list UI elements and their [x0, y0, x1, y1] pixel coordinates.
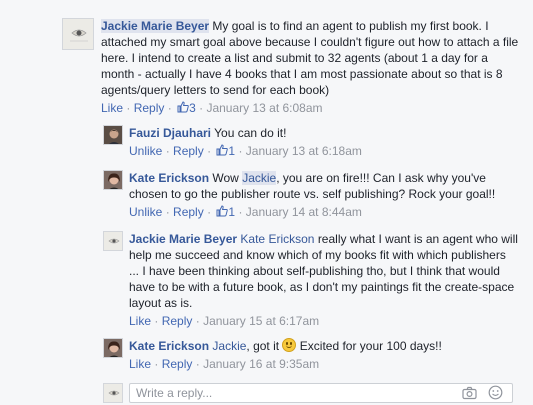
- like-count[interactable]: 3: [175, 101, 196, 115]
- reply: Fauzi Djauhari You can do it! Unlike · R…: [129, 125, 519, 159]
- reply-button[interactable]: Reply: [173, 144, 204, 158]
- reply-actions: Like · Reply · January 15 at 6:17am: [129, 314, 320, 328]
- timestamp[interactable]: January 14 at 8:44am: [246, 205, 362, 219]
- reply-actions: Unlike · Reply · 1 · January 13 at 6:18a…: [129, 144, 362, 158]
- comment-body: Jackie Marie Beyer My goal is to find an…: [101, 18, 521, 98]
- reply-button[interactable]: Reply: [173, 205, 204, 219]
- reply-actions: Like · Reply · January 16 at 9:35am: [129, 357, 320, 371]
- mention-link[interactable]: Jackie: [242, 171, 277, 185]
- reply-text-after: Excited for your 100 days!!: [299, 339, 442, 353]
- reply-actions: Unlike · Reply · 1 · January 14 at 8:44a…: [129, 205, 362, 219]
- reply-author[interactable]: Kate Erickson: [129, 171, 209, 185]
- like-button[interactable]: Like: [101, 101, 123, 115]
- reply: Kate Erickson Jackie, got it Excited for…: [129, 338, 519, 372]
- like-count[interactable]: 1: [214, 205, 235, 219]
- reply-text-before: , got it: [246, 339, 280, 353]
- avatar[interactable]: [103, 338, 123, 358]
- reply: Kate Erickson Wow Jackie, you are on fir…: [129, 170, 519, 220]
- like-thumb-icon: [216, 205, 229, 217]
- avatar[interactable]: [103, 231, 123, 251]
- reply-body: Fauzi Djauhari You can do it!: [129, 125, 519, 141]
- timestamp[interactable]: January 13 at 6:18am: [246, 144, 362, 158]
- avatar[interactable]: [103, 125, 123, 145]
- smiley-icon[interactable]: [488, 385, 503, 400]
- timestamp[interactable]: January 16 at 9:35am: [203, 357, 319, 371]
- reply-button[interactable]: Reply: [162, 357, 193, 371]
- reply-button[interactable]: Reply: [162, 314, 193, 328]
- mention-link[interactable]: Kate Erickson: [240, 232, 314, 246]
- reply-input[interactable]: [130, 384, 450, 402]
- mention-link[interactable]: Jackie: [212, 339, 246, 353]
- avatar[interactable]: [103, 170, 123, 190]
- timestamp[interactable]: January 15 at 6:17am: [203, 314, 319, 328]
- reply-body: Jackie Marie Beyer Kate Erickson really …: [129, 231, 519, 311]
- smiley-emoji-icon: [282, 338, 297, 352]
- reply-text: You can do it!: [214, 126, 287, 140]
- unlike-button[interactable]: Unlike: [129, 205, 162, 219]
- reply: Jackie Marie Beyer Kate Erickson really …: [129, 231, 519, 329]
- comment-actions: Like · Reply · 3 · January 13 at 6:08am: [101, 101, 323, 115]
- comment: Jackie Marie Beyer My goal is to find an…: [101, 18, 521, 116]
- unlike-button[interactable]: Unlike: [129, 144, 162, 158]
- like-thumb-icon: [177, 101, 189, 113]
- comment-author[interactable]: Jackie Marie Beyer: [101, 19, 210, 33]
- timestamp[interactable]: January 13 at 6:08am: [206, 101, 322, 115]
- reply-body: Kate Erickson Wow Jackie, you are on fir…: [129, 170, 519, 202]
- avatar[interactable]: [62, 18, 94, 50]
- reply-text-before: Wow: [212, 171, 239, 185]
- like-button[interactable]: Like: [129, 357, 151, 371]
- reply-author[interactable]: Jackie Marie Beyer: [129, 232, 237, 246]
- like-thumb-icon: [216, 144, 229, 156]
- like-count[interactable]: 1: [214, 144, 235, 158]
- reply-author[interactable]: Kate Erickson: [129, 339, 209, 353]
- avatar: [103, 383, 123, 403]
- reply-body: Kate Erickson Jackie, got it Excited for…: [129, 338, 519, 354]
- reply-composer[interactable]: [129, 383, 513, 403]
- camera-icon[interactable]: [462, 386, 477, 400]
- reply-button[interactable]: Reply: [134, 101, 165, 115]
- reply-author[interactable]: Fauzi Djauhari: [129, 126, 211, 140]
- like-button[interactable]: Like: [129, 314, 151, 328]
